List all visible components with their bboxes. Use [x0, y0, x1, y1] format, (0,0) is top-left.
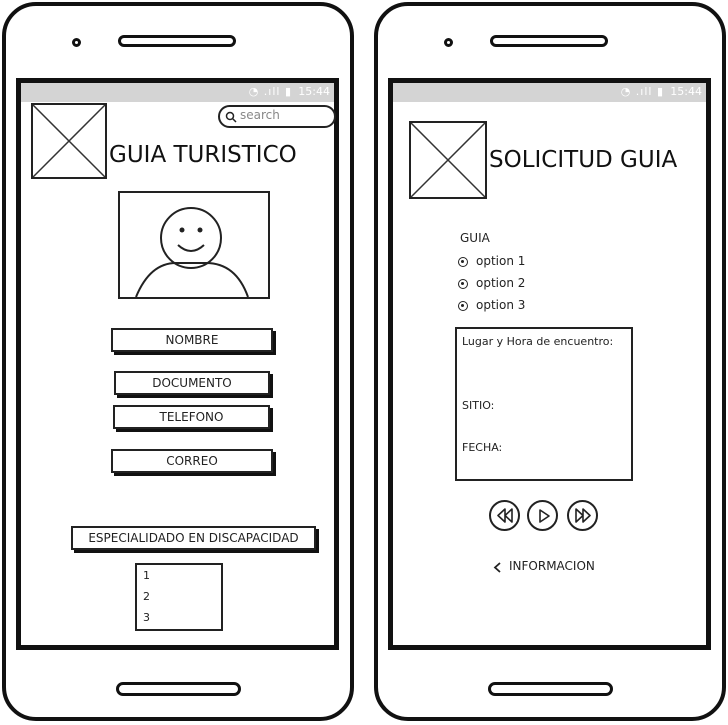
especialidad-field[interactable]: ESPECIALIDADO EN DISCAPACIDAD	[71, 526, 316, 550]
rewind-button[interactable]	[489, 500, 520, 531]
play-icon	[539, 509, 550, 523]
fast-forward-button[interactable]	[567, 500, 598, 531]
fast-forward-icon	[575, 508, 591, 523]
especialidad-listbox[interactable]: 1 2 3	[135, 563, 223, 631]
option-label: option 3	[476, 298, 526, 312]
back-link-label: INFORMACION	[509, 559, 595, 573]
speaker-grille	[490, 35, 608, 47]
chevron-left-icon	[493, 562, 501, 573]
home-button[interactable]	[488, 682, 613, 696]
radio-option-3[interactable]	[458, 301, 468, 311]
telefono-label: TELEFONO	[159, 410, 224, 424]
logo-image-placeholder	[31, 103, 107, 179]
logo-image-placeholder	[409, 121, 487, 199]
list-item[interactable]: 3	[137, 607, 221, 628]
page-title: GUIA TURISTICO	[109, 142, 297, 168]
left-screen: ◔ .ıll ▮ 15:44 search GUIA TURISTICO NOM…	[16, 78, 339, 650]
page-title: SOLICITUD GUIA	[489, 147, 678, 173]
fecha-label: FECHA:	[462, 441, 503, 454]
sitio-label: SITIO:	[462, 399, 495, 412]
search-placeholder: search	[240, 108, 280, 122]
camera-icon	[72, 38, 81, 47]
correo-field[interactable]: CORREO	[111, 449, 273, 473]
search-input[interactable]: search	[218, 105, 336, 128]
status-time: 15:44	[298, 85, 330, 98]
option-label: option 2	[476, 276, 526, 290]
status-bar: ◔ .ıll ▮ 15:44	[21, 83, 334, 102]
image-placeholder-icon	[32, 104, 106, 178]
camera-icon	[444, 38, 453, 47]
telefono-field[interactable]: TELEFONO	[113, 405, 270, 429]
play-button[interactable]	[527, 500, 558, 531]
search-icon	[225, 111, 237, 123]
radio-option-2[interactable]	[458, 279, 468, 289]
home-button[interactable]	[116, 682, 241, 696]
image-placeholder-icon	[410, 122, 486, 198]
correo-label: CORREO	[166, 454, 218, 468]
documento-label: DOCUMENTO	[152, 376, 232, 390]
nombre-label: NOMBRE	[165, 333, 219, 347]
meeting-label: Lugar y Hora de encuentro:	[462, 335, 614, 348]
radio-option-1[interactable]	[458, 257, 468, 267]
list-item[interactable]: 1	[137, 565, 221, 586]
speaker-grille	[118, 35, 236, 47]
rewind-icon	[497, 508, 513, 523]
status-time: 15:44	[670, 85, 702, 98]
meeting-textarea[interactable]: Lugar y Hora de encuentro: SITIO: FECHA:	[455, 327, 633, 481]
guia-label: GUIA	[460, 231, 490, 245]
wifi-signal-battery-icon: ◔ .ıll ▮	[248, 85, 292, 98]
list-item[interactable]: 2	[137, 586, 221, 607]
right-screen: ◔ .ıll ▮ 15:44 SOLICITUD GUIA GUIA optio…	[388, 78, 711, 650]
avatar	[118, 191, 270, 299]
nombre-field[interactable]: NOMBRE	[111, 328, 273, 352]
especialidad-label: ESPECIALIDADO EN DISCAPACIDAD	[88, 531, 299, 545]
avatar-icon	[135, 207, 249, 298]
documento-field[interactable]: DOCUMENTO	[114, 371, 270, 395]
option-label: option 1	[476, 254, 526, 268]
wifi-signal-battery-icon: ◔ .ıll ▮	[620, 85, 664, 98]
status-bar: ◔ .ıll ▮ 15:44	[393, 83, 706, 102]
